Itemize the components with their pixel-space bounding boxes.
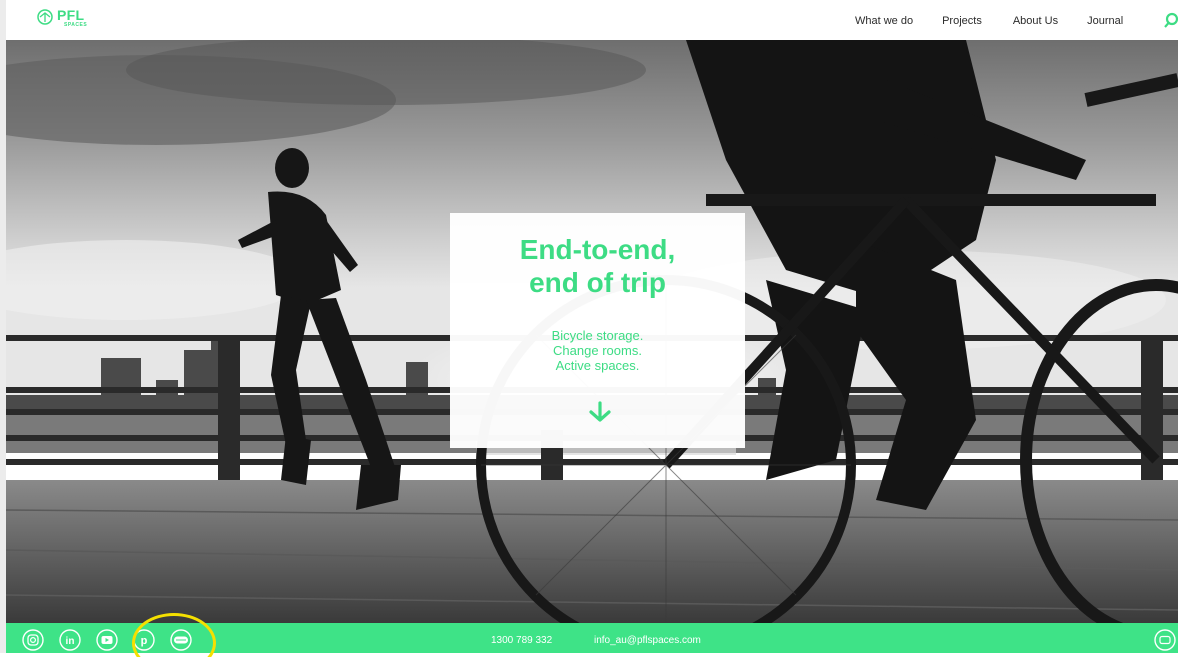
chat-icon[interactable] (1152, 629, 1178, 651)
youtube-icon[interactable] (96, 629, 118, 651)
nav-item-projects[interactable]: Projects (942, 15, 982, 27)
linkedin-icon[interactable]: in (59, 629, 81, 651)
logo-text: PFL SPACES (57, 8, 87, 28)
page: PFL SPACES What we do Projects About Us … (0, 0, 1178, 657)
svg-text:p: p (141, 635, 148, 647)
hero-feature-list: Bicycle storage. Change rooms. Active sp… (450, 328, 745, 373)
pfl-logo[interactable]: PFL SPACES (36, 8, 87, 28)
footer-phone[interactable]: 1300 789 332 (491, 635, 552, 646)
hero-title-line-1: End-to-end, (519, 234, 676, 265)
site-header: PFL SPACES What we do Projects About Us … (0, 0, 1178, 40)
logo-name: PFL (57, 7, 85, 23)
search-icon[interactable] (1163, 12, 1178, 28)
instagram-icon[interactable] (22, 629, 44, 651)
main-nav: What we do Projects About Us Journal (855, 15, 1123, 27)
nav-item-what-we-do[interactable]: What we do (855, 15, 913, 27)
logo-subtitle: SPACES (64, 22, 88, 28)
hero-feature-line: Bicycle storage. (551, 328, 644, 343)
hero-card: End-to-end, end of trip Bicycle storage.… (450, 213, 745, 448)
bike-rack-icon[interactable] (170, 629, 192, 651)
svg-text:in: in (66, 636, 75, 647)
pinterest-icon[interactable]: p (133, 629, 155, 651)
nav-item-about-us[interactable]: About Us (1013, 15, 1058, 27)
nav-item-journal[interactable]: Journal (1087, 15, 1123, 27)
hero-feature-line: Active spaces. (555, 358, 640, 373)
arrow-down-icon[interactable] (588, 401, 612, 423)
footer-email[interactable]: info_au@pflspaces.com (594, 635, 701, 646)
hero-feature-line: Change rooms. (553, 343, 642, 358)
pfl-logo-icon (37, 9, 53, 25)
site-footer: in p 1300 789 332 info_au@pflspaces.com (0, 623, 1178, 657)
hero-title-line-2: end of trip (529, 267, 666, 298)
hero-title: End-to-end, end of trip (450, 233, 745, 299)
